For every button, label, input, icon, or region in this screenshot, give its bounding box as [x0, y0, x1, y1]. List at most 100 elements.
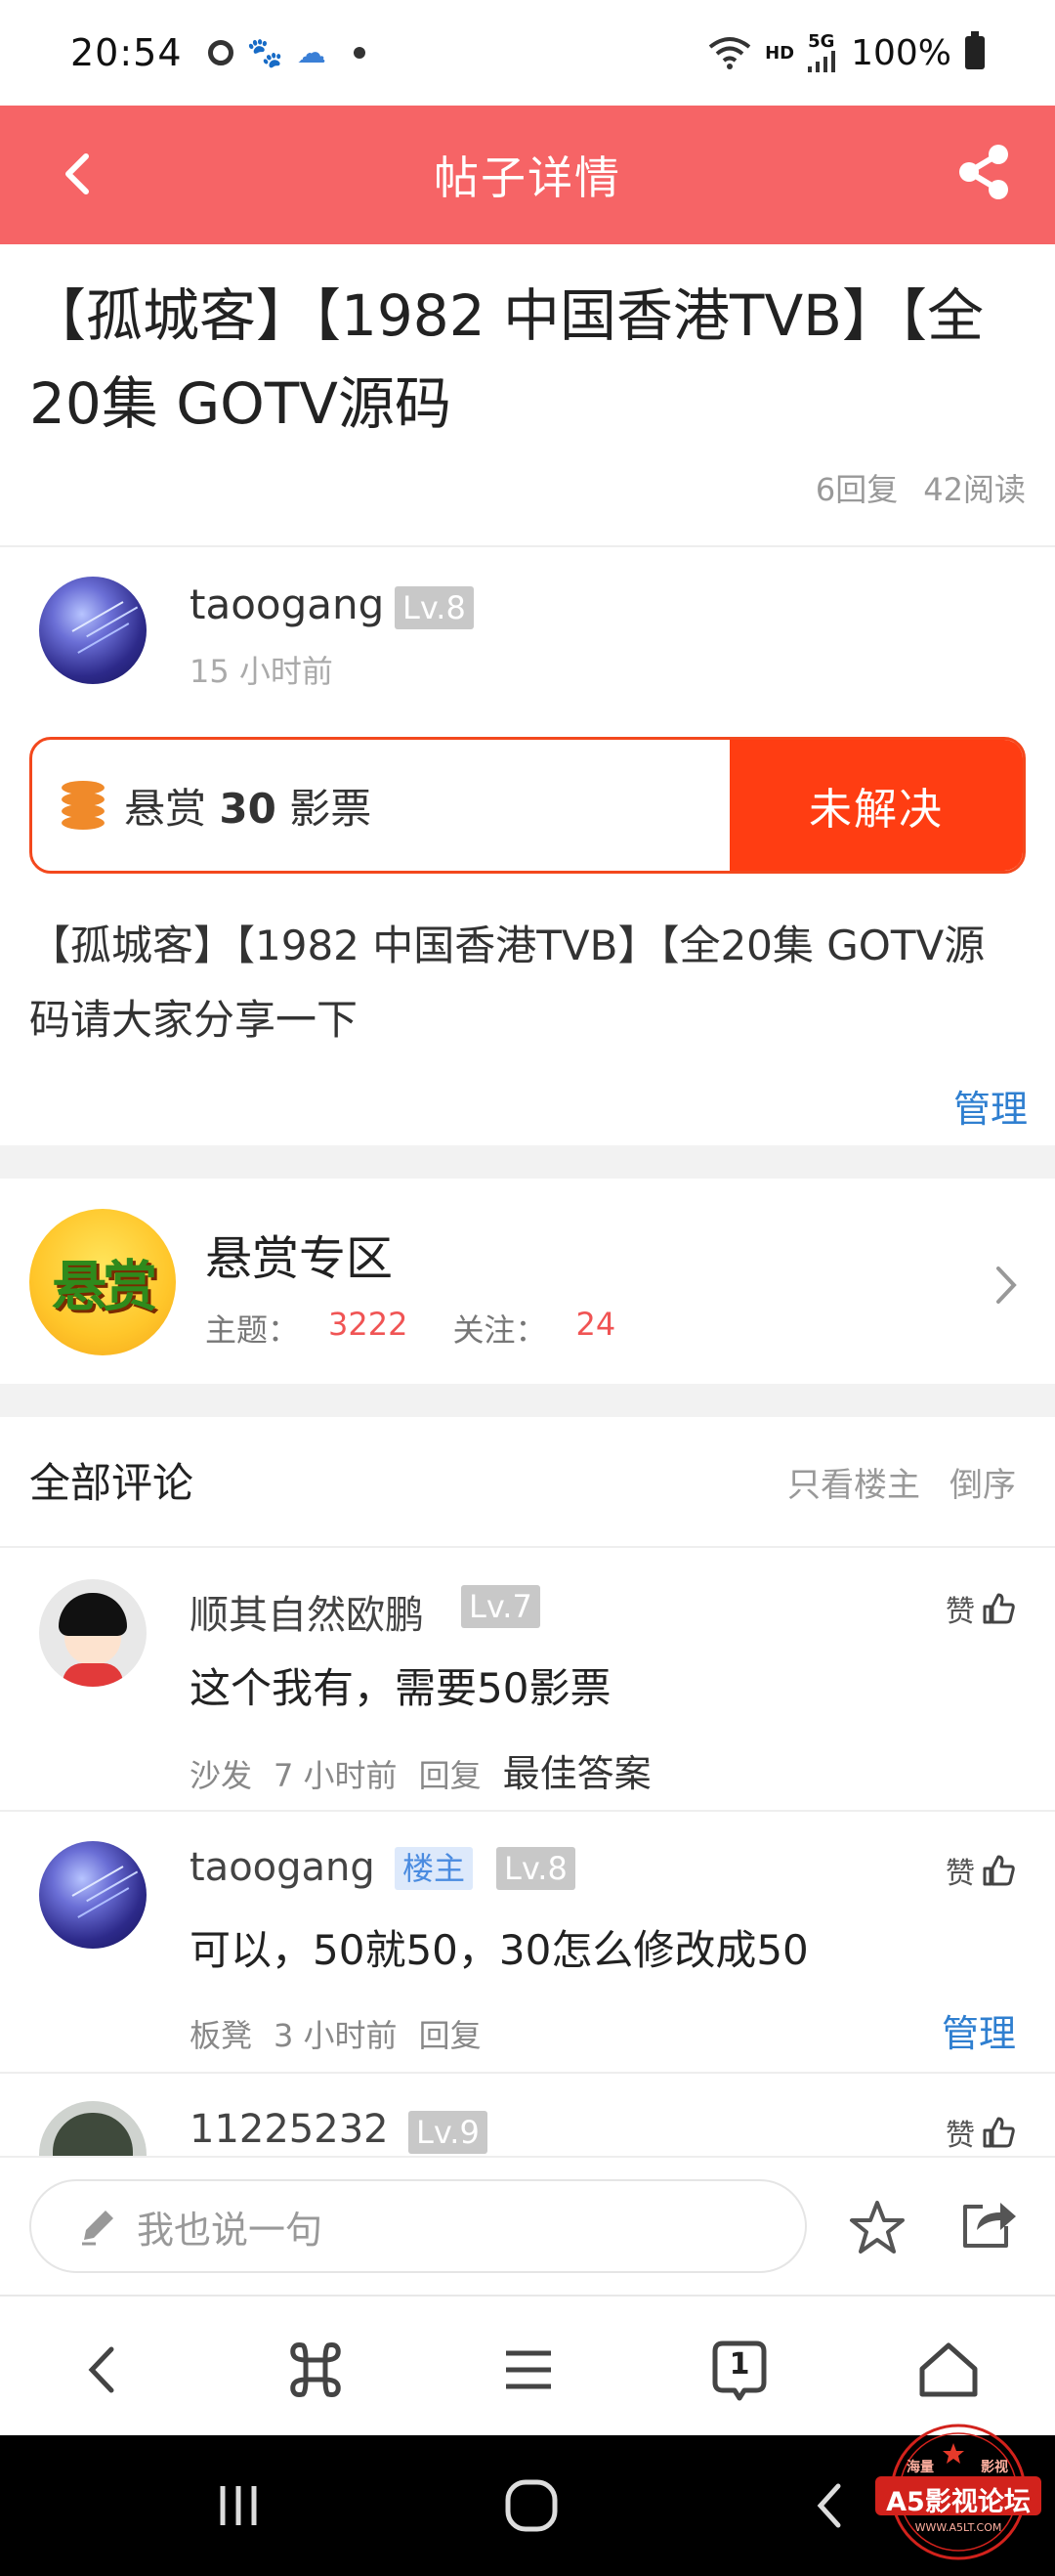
top-app-bar: 帖子详情 — [0, 106, 1055, 244]
comment-reply-link[interactable]: 回复 — [419, 1751, 482, 1796]
post-time: 15 小时前 — [190, 653, 333, 690]
section-gap — [0, 1145, 1055, 1179]
system-home-icon[interactable] — [502, 2476, 561, 2535]
forward-share-icon[interactable] — [957, 2193, 1020, 2255]
watermark-title: A5影视论坛 — [886, 2487, 1031, 2517]
comment-input[interactable]: 我也说一句 — [29, 2179, 807, 2273]
like-button[interactable]: 赞 — [946, 2111, 1016, 2154]
bounty-prefix: 悬赏 — [124, 784, 207, 833]
comment-floor: 板凳 — [190, 2017, 253, 2054]
wifi-icon — [708, 37, 751, 69]
section-gap — [0, 1384, 1055, 1417]
tab-count: 1 — [729, 2347, 750, 2382]
like-button[interactable]: 赞 — [946, 1587, 1016, 1630]
comment-author-name[interactable]: 11225232 — [190, 2107, 389, 2152]
comment-meta: 沙发 7 小时前 回复 最佳答案 — [190, 1743, 652, 1797]
thumbs-up-icon — [983, 1855, 1015, 1886]
manage-comment-link[interactable]: 管理 — [942, 2003, 1016, 2057]
comment-author-name[interactable]: 顺其自然欧鹏 — [190, 1583, 424, 1640]
comment-author-name[interactable]: taoogang — [190, 1845, 375, 1890]
chevron-right-icon[interactable] — [987, 1261, 1026, 1309]
battery-percent: 100% — [851, 32, 951, 73]
battery-icon — [965, 31, 985, 69]
signal-icon — [808, 51, 836, 72]
comment-level-badge: Lv.7 — [461, 1585, 540, 1628]
share-icon[interactable] — [953, 141, 1016, 203]
like-label: 赞 — [946, 1857, 975, 1891]
watermark-url: WWW.A5LT.COM — [914, 2521, 1002, 2534]
system-status: HD 5G 100% — [708, 31, 985, 73]
comments-tools: 只看楼主 倒序 — [787, 1458, 1016, 1506]
author-level-badge: Lv.8 — [395, 586, 474, 629]
forum-meta: 主题： 3222 关注： 24 — [205, 1306, 660, 1351]
network-type: 5G — [808, 31, 835, 52]
thumbs-up-icon — [983, 2117, 1015, 2148]
cloud-app-icon: ☁ — [296, 35, 326, 70]
divider — [0, 1810, 1055, 1812]
menu-icon[interactable] — [494, 2336, 563, 2404]
comment-time: 3 小时前 — [274, 2017, 398, 2054]
bounty-box: 悬赏 30 影票 未解决 — [29, 737, 1026, 874]
divider — [0, 1546, 1055, 1548]
record-icon — [207, 40, 233, 65]
like-label: 赞 — [946, 1595, 975, 1629]
manage-post-link[interactable]: 管理 — [953, 1079, 1028, 1133]
post-body: 【孤城客】【1982 中国香港TVB】【全20集 GOTV源码请大家分享一下 — [29, 922, 986, 1044]
thumbs-up-icon — [983, 1593, 1015, 1624]
command-icon[interactable] — [281, 2336, 350, 2404]
like-button[interactable]: 赞 — [946, 1849, 1016, 1892]
tabs-button[interactable]: 1 — [705, 2336, 774, 2404]
system-back-icon[interactable] — [801, 2476, 860, 2535]
browser-back-icon[interactable] — [70, 2336, 139, 2404]
forum-logo[interactable]: 悬赏 — [29, 1209, 176, 1355]
only-host-filter[interactable]: 只看楼主 — [787, 1458, 920, 1506]
comment-level-badge: Lv.9 — [408, 2111, 487, 2154]
status-bar: 20:54 🐾 ☁ HD 5G 100% — [0, 0, 1055, 106]
recent-apps-icon[interactable] — [209, 2476, 268, 2535]
comment-input-bar: 我也说一句 — [0, 2156, 1055, 2295]
like-label: 赞 — [946, 2119, 975, 2153]
comments-title: 全部评论 — [29, 1459, 194, 1507]
comment-floor: 沙发 — [190, 1757, 253, 1794]
paw-icon: 🐾 — [246, 35, 283, 70]
comment-avatar[interactable] — [39, 1841, 147, 1949]
post-stats: 6回复 42阅读 — [816, 465, 1026, 510]
bounty-unit: 影票 — [289, 784, 372, 833]
comment-meta: 板凳 3 小时前 回复 — [190, 2011, 482, 2056]
more-notifications-icon — [353, 47, 365, 59]
comment-time: 7 小时前 — [274, 1757, 398, 1794]
forum-follows-count: 24 — [575, 1306, 616, 1343]
page-title: 帖子详情 — [434, 151, 621, 204]
bounty-info: 悬赏 30 影票 — [32, 740, 730, 871]
forum-follows-label: 关注： — [452, 1311, 547, 1349]
reverse-order-toggle[interactable]: 倒序 — [950, 1458, 1016, 1506]
star-icon[interactable] — [846, 2197, 908, 2259]
comment-text: 这个我有，需要50影票 — [190, 1664, 612, 1712]
comment-input-placeholder: 我也说一句 — [137, 2208, 323, 2252]
host-badge: 楼主 — [395, 1847, 474, 1890]
comment-level-badge: Lv.8 — [496, 1847, 575, 1890]
comment-reply-link[interactable]: 回复 — [419, 2011, 482, 2056]
divider — [0, 2072, 1055, 2074]
read-count: 42阅读 — [923, 471, 1026, 508]
comment-avatar[interactable] — [39, 1579, 147, 1687]
status-time: 20:54 — [70, 31, 183, 74]
bounty-text: 悬赏 30 影票 — [124, 776, 371, 836]
forum-topics-count: 3222 — [328, 1306, 408, 1343]
hd-indicator: HD — [765, 42, 795, 64]
notification-icons: 🐾 ☁ — [207, 35, 365, 70]
home-icon[interactable] — [914, 2336, 983, 2404]
author-avatar[interactable] — [39, 577, 147, 684]
author-name[interactable]: taoogang — [190, 580, 384, 628]
watermark-tag-left: 海量 — [907, 2460, 934, 2475]
forum-name[interactable]: 悬赏专区 — [205, 1220, 393, 1288]
reply-count: 6回复 — [815, 471, 899, 508]
browser-toolbar: 1 — [0, 2295, 1055, 2435]
comment-text: 可以，50就50，30怎么修改成50 — [190, 1926, 809, 1974]
watermark-tag-right: 影视 — [981, 2460, 1008, 2475]
coins-icon — [62, 781, 105, 830]
post-title: 【孤城客】【1982 中国香港TVB】【全20集 GOTV源码 — [29, 282, 984, 437]
bounty-status-button[interactable]: 未解决 — [730, 740, 1023, 871]
back-arrow-icon[interactable] — [51, 145, 109, 203]
pencil-icon — [82, 2211, 113, 2246]
